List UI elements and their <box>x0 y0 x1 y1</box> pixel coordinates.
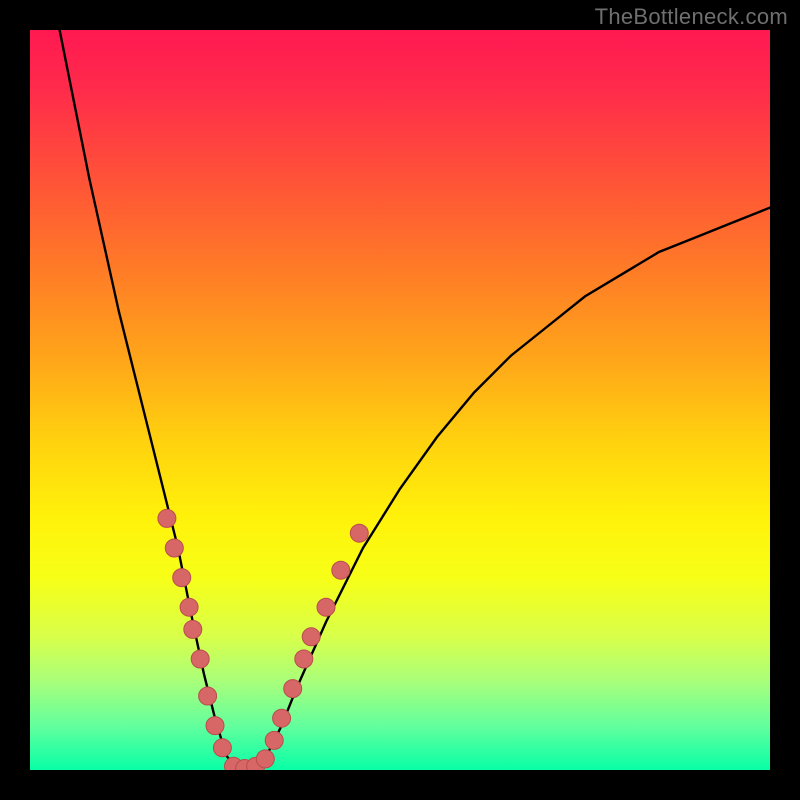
bead <box>191 650 209 668</box>
bead <box>173 569 191 587</box>
watermark-text: TheBottleneck.com <box>595 4 788 30</box>
bead <box>199 687 217 705</box>
bead <box>256 750 274 768</box>
bead <box>332 561 350 579</box>
bead <box>265 731 283 749</box>
bead <box>158 509 176 527</box>
curve-path <box>60 30 770 770</box>
bead <box>165 539 183 557</box>
bead <box>273 709 291 727</box>
bead <box>206 717 224 735</box>
bead <box>213 739 231 757</box>
bead <box>350 524 368 542</box>
bead <box>295 650 313 668</box>
plot-area <box>30 30 770 770</box>
beads-left <box>158 509 232 756</box>
bead <box>284 680 302 698</box>
beads-bottom <box>225 750 275 770</box>
chart-stage: TheBottleneck.com <box>0 0 800 800</box>
bead <box>317 598 335 616</box>
beads-right <box>265 524 368 749</box>
bottleneck-chart <box>30 30 770 770</box>
bead <box>184 620 202 638</box>
bead <box>302 628 320 646</box>
bead <box>180 598 198 616</box>
